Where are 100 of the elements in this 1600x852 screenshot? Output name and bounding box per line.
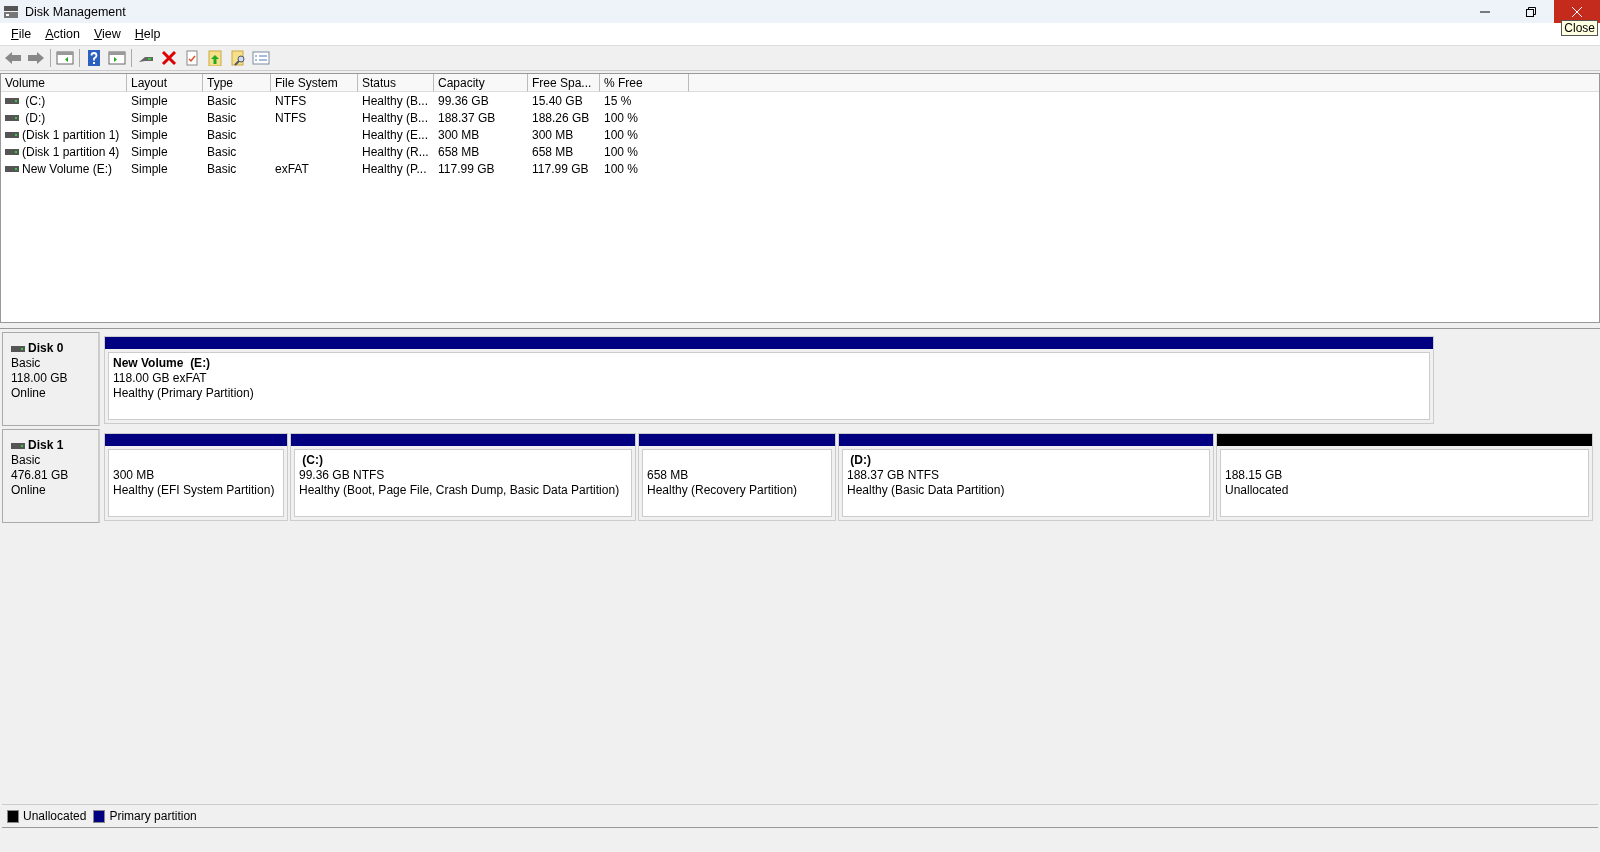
partition-size: 188.37 GB NTFS xyxy=(847,468,941,483)
partition-status: Unallocated xyxy=(1225,483,1290,498)
properties-icon[interactable] xyxy=(183,50,201,66)
partition-block[interactable]: 188.15 GB Unallocated xyxy=(1216,433,1593,521)
table-cell: 100 % xyxy=(604,144,639,159)
menu-item[interactable]: View xyxy=(86,25,128,43)
disk-management-icon xyxy=(3,4,19,19)
partition-size: 300 MB xyxy=(113,468,156,483)
legend-label: Primary partition xyxy=(109,809,197,823)
disk-type: Basic xyxy=(11,453,42,468)
table-cell: exFAT xyxy=(275,161,309,176)
restore-icon xyxy=(1526,6,1536,17)
column-header[interactable]: Volume xyxy=(1,74,127,92)
disk-info-panel[interactable]: Disk 0 Basic 118.00 GB Online xyxy=(2,332,100,426)
column-header[interactable]: Layout xyxy=(127,74,203,92)
console-tree-icon[interactable] xyxy=(56,50,74,66)
partition-title: (C:) xyxy=(301,453,323,467)
table-cell: Healthy (E... xyxy=(362,127,429,142)
forward-arrow-icon[interactable] xyxy=(27,50,45,66)
menu-item[interactable]: Action xyxy=(38,25,87,43)
disk-status: Online xyxy=(11,386,47,401)
table-cell: Simple xyxy=(131,144,168,159)
checklist-icon[interactable] xyxy=(252,50,270,66)
column-header[interactable]: % Free xyxy=(600,74,689,92)
menu-item[interactable]: File xyxy=(4,25,39,43)
partition-status: Healthy (Primary Partition) xyxy=(113,386,255,401)
table-cell: 100 % xyxy=(604,110,639,125)
partition-status: Healthy (Boot, Page File, Crash Dump, Basic Data Partition) xyxy=(299,483,621,498)
folder-search-icon[interactable] xyxy=(229,50,247,66)
column-header[interactable]: Free Spa... xyxy=(528,74,600,92)
drive-icon xyxy=(5,131,19,138)
table-cell: Simple xyxy=(131,127,168,142)
partition-size: 188.15 GB xyxy=(1225,468,1284,483)
disk-status: Online xyxy=(11,483,47,498)
partition-block[interactable]: (C:) 99.36 GB NTFS Healthy (Boot, Page File, Crash Dump, Basic Data Partition) xyxy=(290,433,636,521)
partition-block[interactable]: 300 MB Healthy (EFI System Partition) xyxy=(104,433,288,521)
table-cell: 100 % xyxy=(604,161,639,176)
disk-info-panel[interactable]: Disk 1 Basic 476.81 GB Online xyxy=(2,429,100,523)
table-cell: (Disk 1 partition 1) xyxy=(22,127,120,142)
table-cell: 100 % xyxy=(604,127,639,142)
table-cell: 117.99 GB xyxy=(532,161,589,176)
table-cell: Healthy (B... xyxy=(362,93,429,108)
disk-size: 118.00 GB xyxy=(11,371,69,386)
table-cell: (Disk 1 partition 4) xyxy=(22,144,120,159)
disk-size: 476.81 GB xyxy=(11,468,70,483)
partition-status: Healthy (Basic Data Partition) xyxy=(847,483,1006,498)
disk-name: Disk 0 xyxy=(28,341,64,356)
table-cell: 15.40 GB xyxy=(532,93,583,108)
window-title: Disk Management xyxy=(25,4,126,19)
column-header[interactable]: File System xyxy=(271,74,358,92)
partition-status: Healthy (Recovery Partition) xyxy=(647,483,799,498)
table-cell: 15 % xyxy=(604,93,632,108)
table-cell: Healthy (B... xyxy=(362,110,429,125)
table-cell: Healthy (R... xyxy=(362,144,429,159)
table-cell: Basic xyxy=(207,110,237,125)
table-cell: NTFS xyxy=(275,93,307,108)
column-header[interactable]: Capacity xyxy=(434,74,528,92)
back-arrow-icon[interactable] xyxy=(4,50,22,66)
close-icon xyxy=(1572,6,1582,17)
table-cell: Basic xyxy=(207,144,237,159)
partition-block[interactable]: 658 MB Healthy (Recovery Partition) xyxy=(638,433,836,521)
table-cell: New Volume (E:) xyxy=(22,161,113,176)
partition-block[interactable]: (D:) 188.37 GB NTFS Healthy (Basic Data Partition) xyxy=(838,433,1214,521)
table-cell: Basic xyxy=(207,93,237,108)
table-cell: 300 MB xyxy=(532,127,574,142)
table-cell: 658 MB xyxy=(438,144,480,159)
column-header[interactable]: Type xyxy=(203,74,271,92)
delete-icon[interactable] xyxy=(160,50,178,66)
table-cell: 658 MB xyxy=(532,144,574,159)
drive-icon xyxy=(5,97,19,104)
action-pane-icon[interactable] xyxy=(108,50,126,66)
menu-item[interactable]: Help xyxy=(127,25,168,43)
table-cell: Healthy (P... xyxy=(362,161,427,176)
drive-icon xyxy=(5,148,19,155)
folder-up-icon[interactable] xyxy=(206,50,224,66)
table-cell: 117.99 GB xyxy=(438,161,495,176)
table-cell: Basic xyxy=(207,161,237,176)
table-cell: 300 MB xyxy=(438,127,480,142)
table-cell-text: (C:) xyxy=(24,93,46,108)
partition-status: Healthy (EFI System Partition) xyxy=(113,483,276,498)
help-icon[interactable] xyxy=(85,50,103,66)
table-cell: Simple xyxy=(131,93,168,108)
disk-name: Disk 1 xyxy=(28,438,64,453)
table-cell-text: (D:) xyxy=(24,110,46,125)
table-cell: NTFS xyxy=(275,110,307,125)
tooltip: Close xyxy=(1561,20,1598,36)
table-cell: Basic xyxy=(207,127,237,142)
drive-icon xyxy=(5,165,19,172)
disk-type: Basic xyxy=(11,356,42,371)
column-header[interactable]: Status xyxy=(358,74,434,92)
table-cell: 99.36 GB xyxy=(438,93,489,108)
partition-title: (D:) xyxy=(849,453,871,467)
partition-size: 118.00 GB exFAT xyxy=(113,371,208,386)
table-cell: 188.26 GB xyxy=(532,110,590,125)
table-cell: Simple xyxy=(131,161,168,176)
table-cell: Simple xyxy=(131,110,168,125)
partition-size: 99.36 GB NTFS xyxy=(299,468,386,483)
partition-size: 658 MB xyxy=(647,468,690,483)
partition-block[interactable]: New Volume (E:) 118.00 GB exFAT Healthy (Primary Partition) xyxy=(104,336,1434,424)
table-cell: 188.37 GB xyxy=(438,110,496,125)
